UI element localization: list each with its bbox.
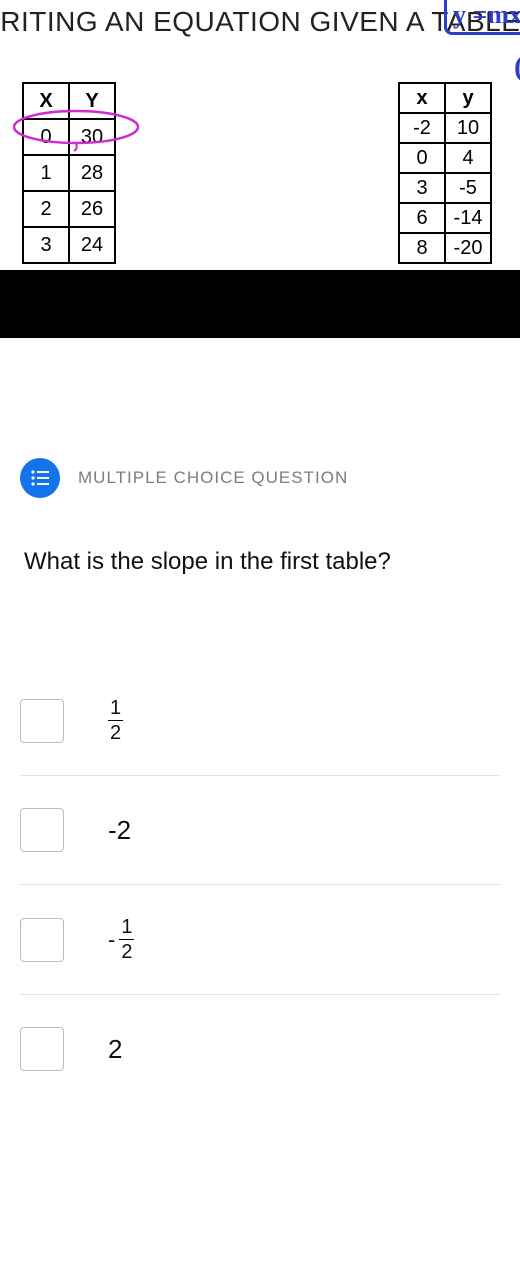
table-row: 1 28 xyxy=(23,155,115,191)
table-row: 0 30 xyxy=(23,119,115,155)
question-type-header: MULTIPLE CHOICE QUESTION xyxy=(0,458,520,498)
table-row: -2 10 xyxy=(399,113,491,143)
minus-sign: - xyxy=(108,927,115,953)
table-row: 3 24 xyxy=(23,227,115,263)
video-control-bar[interactable] xyxy=(0,270,520,338)
question-type-label: MULTIPLE CHOICE QUESTION xyxy=(78,468,348,488)
choice-c-text: - 1 2 xyxy=(108,917,134,962)
choice-checkbox[interactable] xyxy=(20,1027,64,1071)
table-1-header-x: X xyxy=(23,83,69,119)
handwritten-paren: ( xyxy=(514,50,520,84)
table-row: 6 -14 xyxy=(399,203,491,233)
video-slide-area: /RITING AN EQUATION GIVEN A TABLE - YOU … xyxy=(0,0,520,270)
table-2: x y -2 10 0 4 3 -5 6 -14 8 -20 xyxy=(398,82,492,264)
tables-row: X Y 0 30 1 28 2 26 3 24 x y xyxy=(0,82,520,264)
choice-checkbox[interactable] xyxy=(20,918,64,962)
choice-a[interactable]: 1 2 xyxy=(20,666,500,776)
choices-list: 1 2 -2 - 1 2 2 xyxy=(0,666,520,1103)
table-2-header-x: x xyxy=(399,83,445,113)
choice-checkbox[interactable] xyxy=(20,699,64,743)
choice-d[interactable]: 2 xyxy=(20,995,500,1103)
choice-b-text: -2 xyxy=(108,815,131,846)
spacer xyxy=(0,338,520,458)
table-row: 0 4 xyxy=(399,143,491,173)
table-row: 8 -20 xyxy=(399,233,491,263)
handwritten-equation: y =mx xyxy=(444,0,520,35)
table-row: 3 -5 xyxy=(399,173,491,203)
slide-title: /RITING AN EQUATION GIVEN A TABLE - YOU … xyxy=(0,6,520,38)
choice-a-text: 1 2 xyxy=(108,698,123,743)
choice-checkbox[interactable] xyxy=(20,808,64,852)
table-1-header-y: Y xyxy=(69,83,115,119)
list-icon xyxy=(20,458,60,498)
table-2-header-y: y xyxy=(445,83,491,113)
choice-d-text: 2 xyxy=(108,1034,122,1065)
question-text: What is the slope in the first table? xyxy=(0,548,520,576)
table-row: 2 26 xyxy=(23,191,115,227)
choice-c[interactable]: - 1 2 xyxy=(20,885,500,995)
table-1: X Y 0 30 1 28 2 26 3 24 xyxy=(22,82,116,264)
choice-b[interactable]: -2 xyxy=(20,776,500,885)
